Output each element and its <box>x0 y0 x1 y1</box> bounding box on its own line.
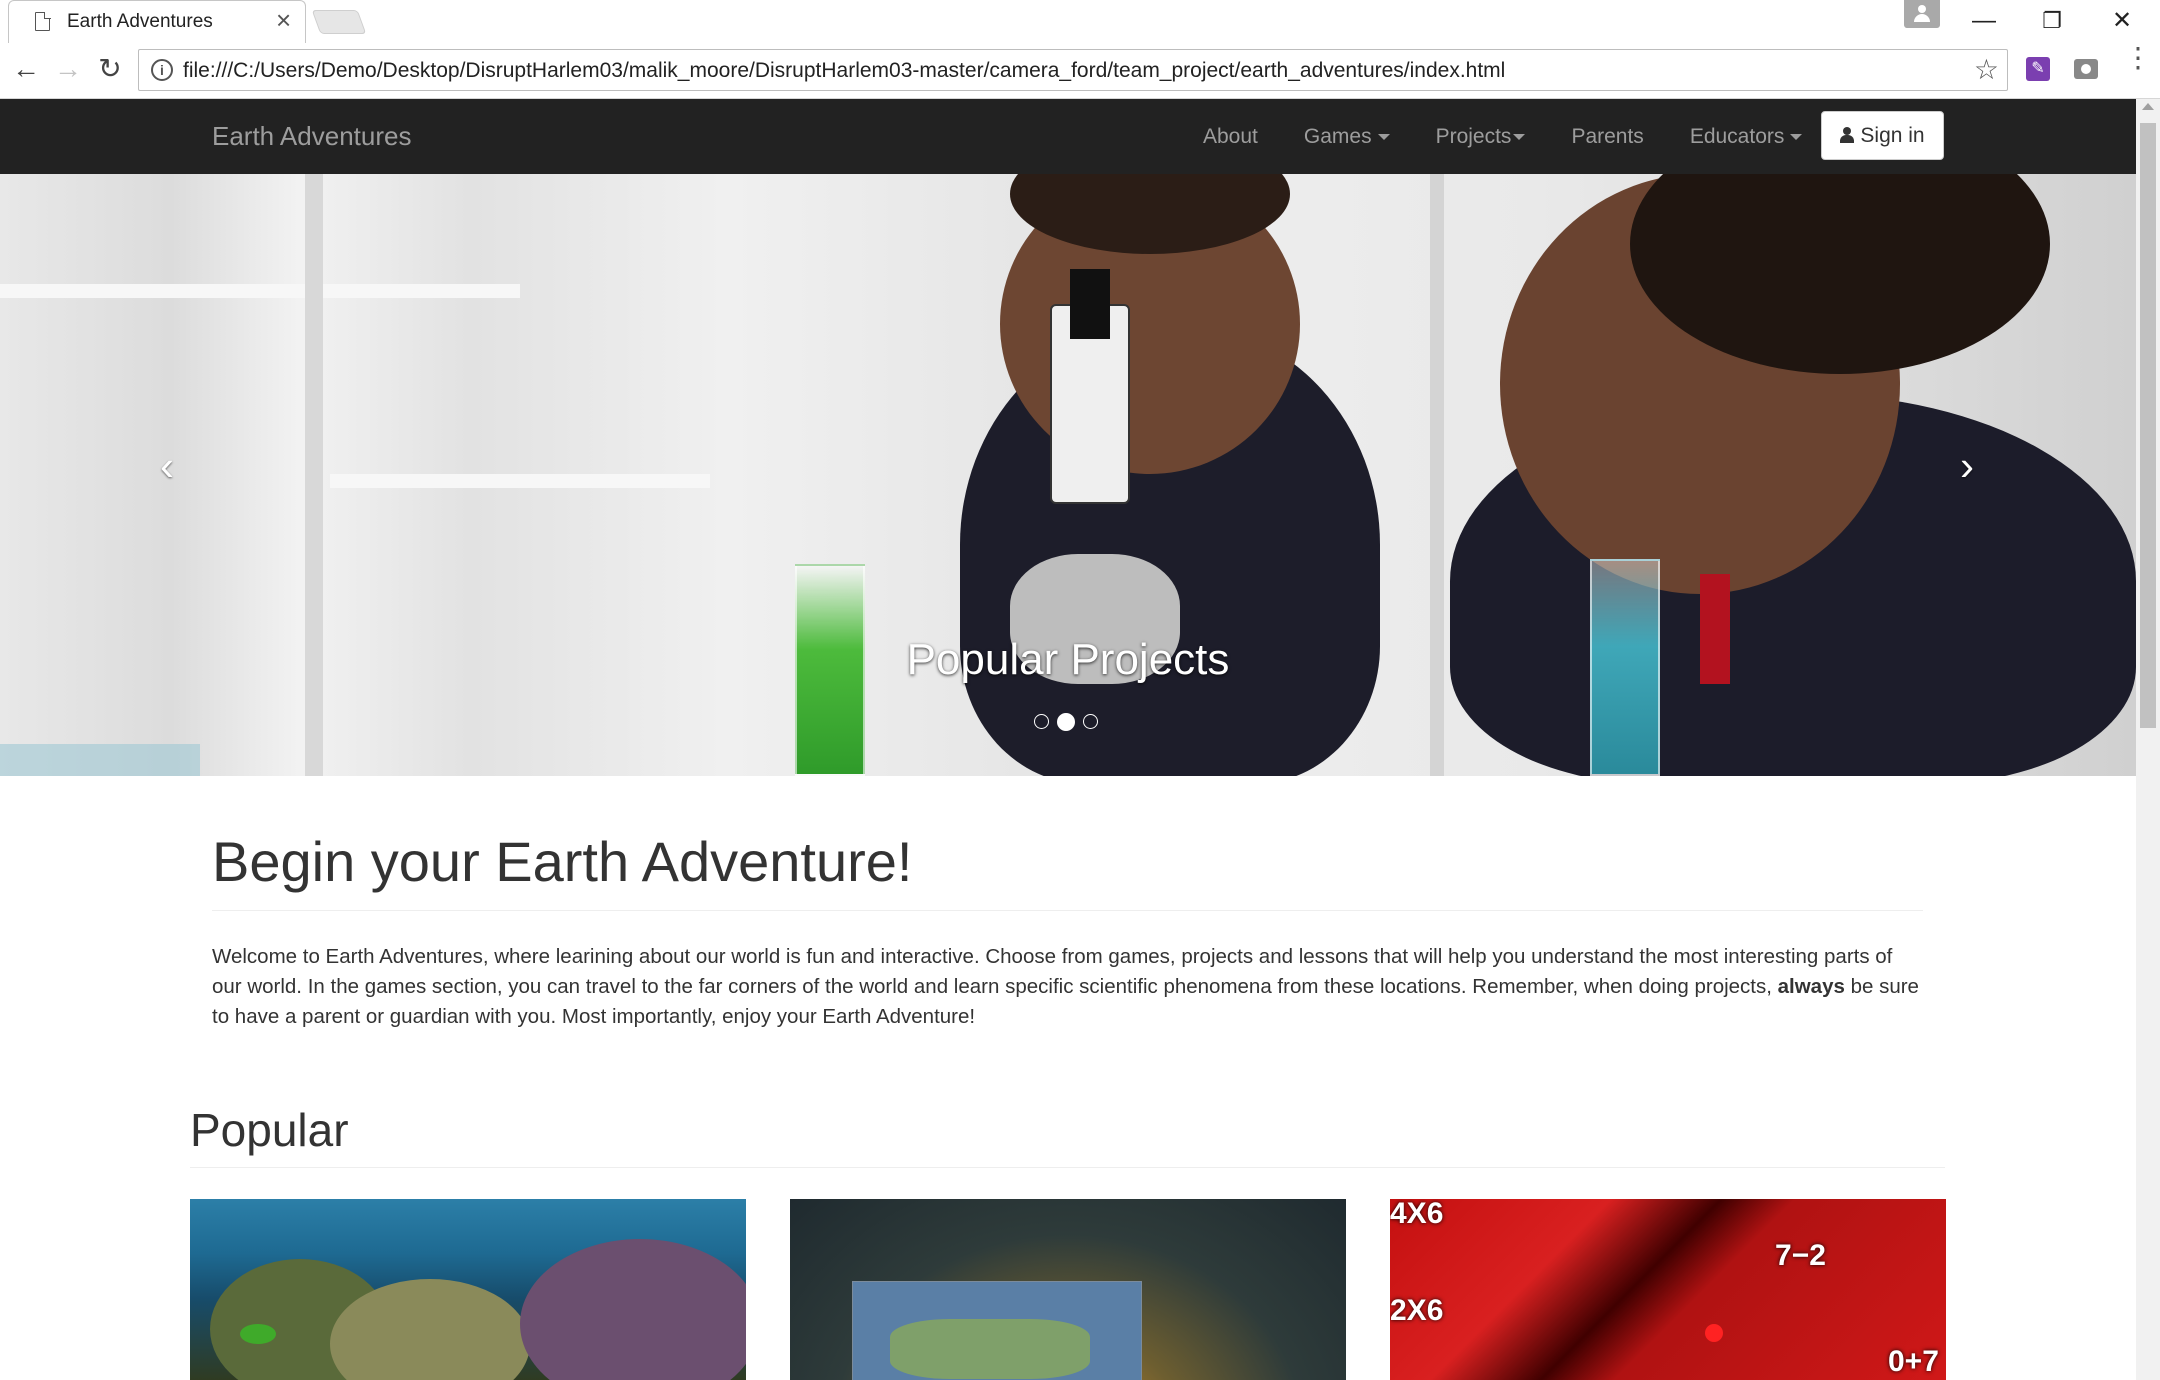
math-label: 7−2 <box>1775 1239 1826 1272</box>
carousel-indicator-dot[interactable] <box>1057 712 1075 731</box>
minimize-button[interactable]: — <box>1956 4 2012 38</box>
browser-tab[interactable]: Earth Adventures × <box>8 0 306 43</box>
intro-emphasis: always <box>1777 975 1845 998</box>
carousel-prev-icon[interactable]: ‹ <box>160 442 174 490</box>
nav-label: Parents <box>1571 125 1644 148</box>
nav-label: Projects <box>1435 125 1512 148</box>
scrollbar-thumb[interactable] <box>2140 123 2156 728</box>
user-icon <box>1840 127 1855 143</box>
coral <box>520 1239 746 1380</box>
fish <box>240 1324 276 1344</box>
browser-menu-icon[interactable]: ⋮ <box>2124 44 2152 72</box>
page-viewport: Earth Adventures About Games Projects Pa… <box>0 99 2136 1380</box>
scroll-up-icon[interactable] <box>2142 103 2154 110</box>
bottles <box>0 744 200 776</box>
shelf <box>0 284 520 298</box>
divider <box>190 1167 1945 1168</box>
carousel-indicator-dot[interactable] <box>1083 714 1098 729</box>
sign-in-label: Sign in <box>1860 124 1925 147</box>
nav-label: About <box>1203 125 1258 148</box>
hero-carousel: ‹ › Popular Projects <box>0 174 2136 776</box>
math-label: 0+7 <box>1888 1345 1939 1378</box>
camera-extension-icon[interactable] <box>2074 59 2098 79</box>
brand-link[interactable]: Earth Adventures <box>212 121 411 152</box>
info-icon[interactable]: i <box>151 59 173 81</box>
carousel-indicators <box>1034 712 1098 731</box>
reload-icon[interactable]: ↻ <box>92 51 128 87</box>
tab-close-icon[interactable]: × <box>276 7 291 33</box>
popular-card-sky-map[interactable] <box>790 1199 1346 1380</box>
nav-parents[interactable]: Parents <box>1548 99 1666 174</box>
extension-icon[interactable]: ✎ <box>2026 57 2050 81</box>
divider <box>212 910 1923 911</box>
shelf <box>330 474 710 488</box>
page-scrollbar[interactable] <box>2136 99 2160 1380</box>
nav-label: Games <box>1303 125 1372 148</box>
nav-links: About Games Projects Parents Educators <box>1180 99 1825 174</box>
sign-in-button[interactable]: Sign in <box>1821 111 1944 160</box>
microscope-eyepiece <box>1070 269 1110 339</box>
popular-card-coral-reef[interactable] <box>190 1199 746 1380</box>
intro-paragraph: Welcome to Earth Adventures, where leari… <box>212 942 1924 1032</box>
back-arrow-icon[interactable]: ← <box>8 51 44 87</box>
caret-down-icon <box>1790 134 1803 141</box>
nav-educators-dropdown[interactable]: Educators <box>1667 99 1826 174</box>
intro-text: Welcome to Earth Adventures, where leari… <box>212 945 1893 998</box>
caret-down-icon <box>1513 134 1526 141</box>
carousel-caption: Popular Projects <box>906 635 1230 684</box>
nav-label: Educators <box>1689 125 1785 148</box>
new-tab-button[interactable] <box>311 10 367 34</box>
caret-down-icon <box>1377 134 1390 141</box>
popular-heading: Popular <box>190 1104 349 1156</box>
nav-about[interactable]: About <box>1180 99 1281 174</box>
shelf-post <box>1430 174 1444 776</box>
browser-toolbar: ← → ↻ i file:///C:/Users/Demo/Desktop/Di… <box>0 43 2160 99</box>
page-title: Begin your Earth Adventure! <box>212 830 913 893</box>
browser-tabstrip: Earth Adventures × — ❐ ✕ <box>0 0 2160 43</box>
address-bar[interactable]: i file:///C:/Users/Demo/Desktop/DisruptH… <box>138 49 2008 91</box>
profile-avatar-icon[interactable] <box>1904 0 1940 28</box>
close-window-button[interactable]: ✕ <box>2094 4 2150 38</box>
math-label: 2X6 <box>1390 1294 1444 1327</box>
tab-title: Earth Adventures <box>67 11 213 32</box>
site-navbar: Earth Adventures About Games Projects Pa… <box>0 99 2136 174</box>
popular-card-math-game[interactable]: 4X6 7−2 2X6 0+7 <box>1390 1199 1946 1380</box>
red-orb <box>1705 1324 1723 1342</box>
restore-button[interactable]: ❐ <box>2024 4 2080 38</box>
carousel-next-icon[interactable]: › <box>1960 442 1974 490</box>
forward-arrow-icon[interactable]: → <box>50 51 86 87</box>
bookmark-star-icon[interactable]: ☆ <box>1974 53 1999 86</box>
shelf-post <box>305 174 323 776</box>
nav-projects-dropdown[interactable]: Projects <box>1413 99 1549 174</box>
file-icon <box>35 11 51 31</box>
carousel-indicator-dot[interactable] <box>1034 714 1049 729</box>
url-text[interactable]: file:///C:/Users/Demo/Desktop/DisruptHar… <box>183 59 1505 83</box>
math-label: 4X6 <box>1390 1199 1444 1230</box>
world-map <box>890 1319 1090 1379</box>
nav-games-dropdown[interactable]: Games <box>1281 99 1413 174</box>
